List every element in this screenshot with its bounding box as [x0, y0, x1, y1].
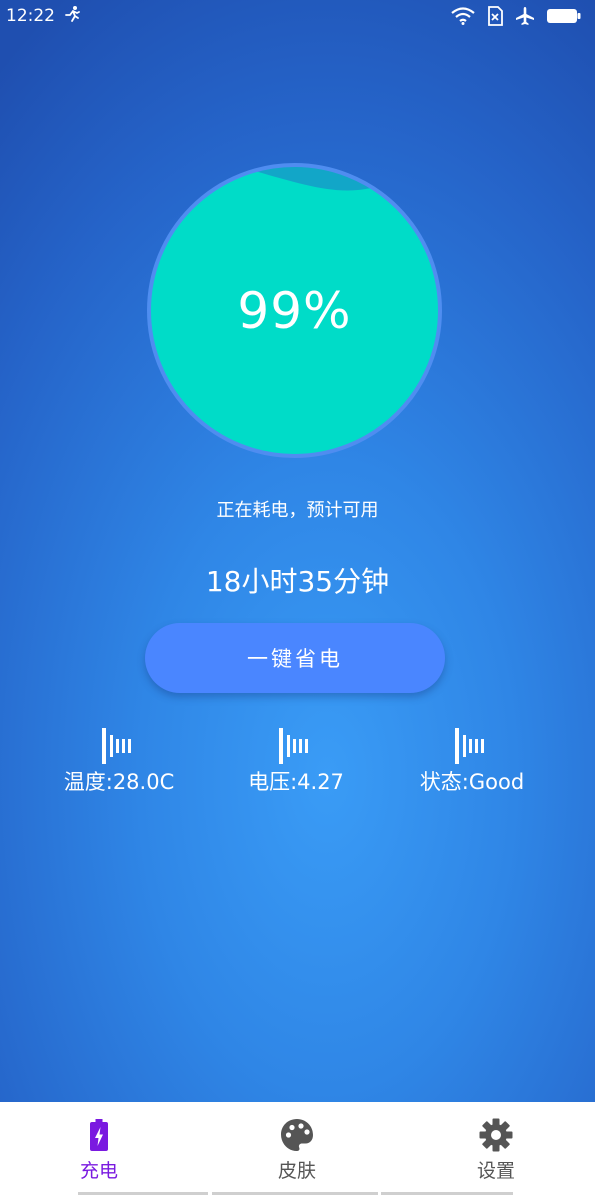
- nav-label-settings: 设置: [476, 1160, 515, 1182]
- wifi-icon: [451, 7, 475, 25]
- power-save-button[interactable]: 一键省电: [145, 623, 445, 693]
- nav-tab-skin[interactable]: 皮肤: [198, 1102, 396, 1195]
- bars-icon: [279, 728, 308, 764]
- voltage-stat: 电压:4.27: [211, 728, 381, 796]
- temperature-label: 温度:28.0C: [63, 770, 175, 794]
- nav-label-charge: 充电: [79, 1160, 118, 1182]
- nav-tab-charge[interactable]: 充电: [0, 1102, 198, 1195]
- voltage-label: 电压:4.27: [248, 770, 344, 794]
- bars-icon: [455, 728, 484, 764]
- status-text: 正在耗电，预计可用: [216, 500, 379, 521]
- nav-label-skin: 皮肤: [277, 1160, 316, 1182]
- battery-stats: 温度:28.0C 电压:4.27 状态:Good: [0, 728, 595, 798]
- no-sim-icon: [487, 6, 503, 26]
- battery-percent: 99%: [237, 281, 352, 340]
- airplane-icon: [515, 6, 535, 26]
- temperature-stat: 温度:28.0C: [34, 728, 204, 796]
- remaining-time: 18小时35分钟: [205, 565, 390, 598]
- status-time: 12:22: [6, 6, 55, 26]
- health-stat: 状态:Good: [387, 728, 557, 796]
- bars-icon: [102, 728, 131, 764]
- health-label: 状态:Good: [419, 770, 525, 794]
- battery-charging-icon: [90, 1119, 108, 1151]
- bottom-navigation: 充电 皮肤 设置: [0, 1102, 595, 1195]
- battery-icon: [547, 8, 581, 24]
- running-icon: [65, 5, 81, 28]
- status-bar: 12:22: [0, 0, 595, 32]
- gear-icon: [479, 1118, 513, 1152]
- palette-icon: [281, 1119, 313, 1151]
- nav-tab-settings[interactable]: 设置: [397, 1102, 595, 1195]
